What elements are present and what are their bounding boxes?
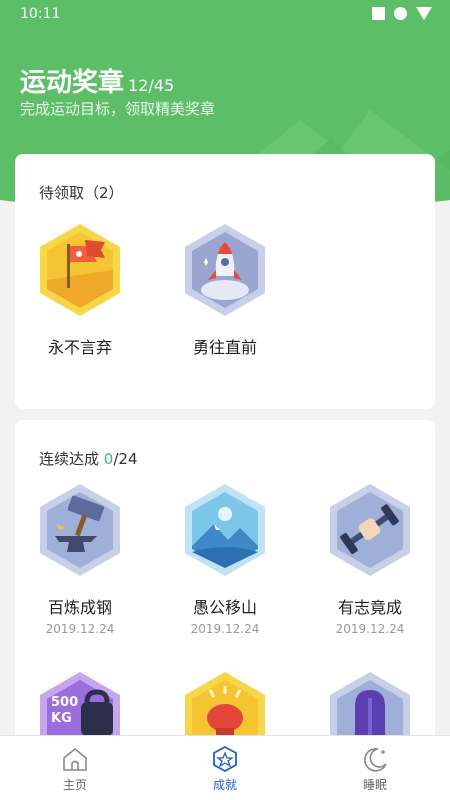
medal-count: 12/45 (128, 76, 175, 95)
badge-date: 2019.12.24 (190, 622, 260, 636)
home-icon (63, 748, 87, 771)
back-icon (416, 7, 432, 20)
anvil-icon (40, 484, 120, 576)
badge-name: 永不言弃 (47, 338, 112, 357)
home-indicator-icon (394, 7, 407, 20)
streak-card: 连续达成 0/24 百炼成钢 2019.12.24 愚公移山 2019.12.2… (15, 420, 435, 764)
tab-label: 主页 (62, 778, 87, 792)
badge-forge-ahead[interactable]: 勇往直前 (170, 220, 280, 358)
badge-date: 2019.12.24 (45, 622, 115, 636)
svg-text:500: 500 (51, 695, 78, 710)
pending-title: 待领取（2） (39, 184, 124, 202)
dumbbell-icon (330, 484, 410, 576)
badge-name: 有志竟成 (337, 598, 402, 617)
streak-total: /24 (113, 450, 138, 468)
badge-never-give-up[interactable]: 永不言弃 (25, 220, 135, 358)
moon-icon (364, 748, 387, 772)
page-subtitle: 完成运动目标，领取精美奖章 (20, 100, 216, 118)
recent-apps-icon (372, 7, 385, 20)
bottom-tab-bar: 主页 成就 睡眠 (0, 735, 450, 800)
tab-achievements[interactable]: 成就 (150, 736, 300, 800)
flag-icon (40, 224, 120, 316)
tab-sleep[interactable]: 睡眠 (300, 736, 450, 800)
badge-move-mountains[interactable]: 愚公移山 2019.12.24 (170, 480, 280, 636)
rocket-icon (185, 224, 265, 316)
mountain-icon (185, 484, 265, 576)
achievement-icon (213, 746, 237, 772)
status-bar: 10:11 (0, 0, 450, 30)
svg-text:KG: KG (51, 711, 72, 726)
tab-label: 成就 (212, 778, 237, 792)
tab-home[interactable]: 主页 (0, 736, 150, 800)
badge-tempered-steel[interactable]: 百炼成钢 2019.12.24 (25, 480, 135, 636)
streak-title: 连续达成 0/24 (39, 450, 138, 468)
pending-card: 待领取（2） 永不言弃 勇往直前 (15, 154, 435, 409)
badge-name: 愚公移山 (192, 598, 257, 617)
streak-achieved: 0 (103, 450, 114, 468)
badge-date: 2019.12.24 (335, 622, 405, 636)
badge-name: 勇往直前 (192, 338, 257, 357)
tab-label: 睡眠 (362, 778, 387, 792)
page-title: 运动奖章 12/45 (20, 68, 175, 98)
badge-name: 百炼成钢 (47, 598, 112, 617)
status-time: 10:11 (20, 6, 61, 22)
badge-will-succeed[interactable]: 有志竟成 2019.12.24 (315, 480, 425, 636)
